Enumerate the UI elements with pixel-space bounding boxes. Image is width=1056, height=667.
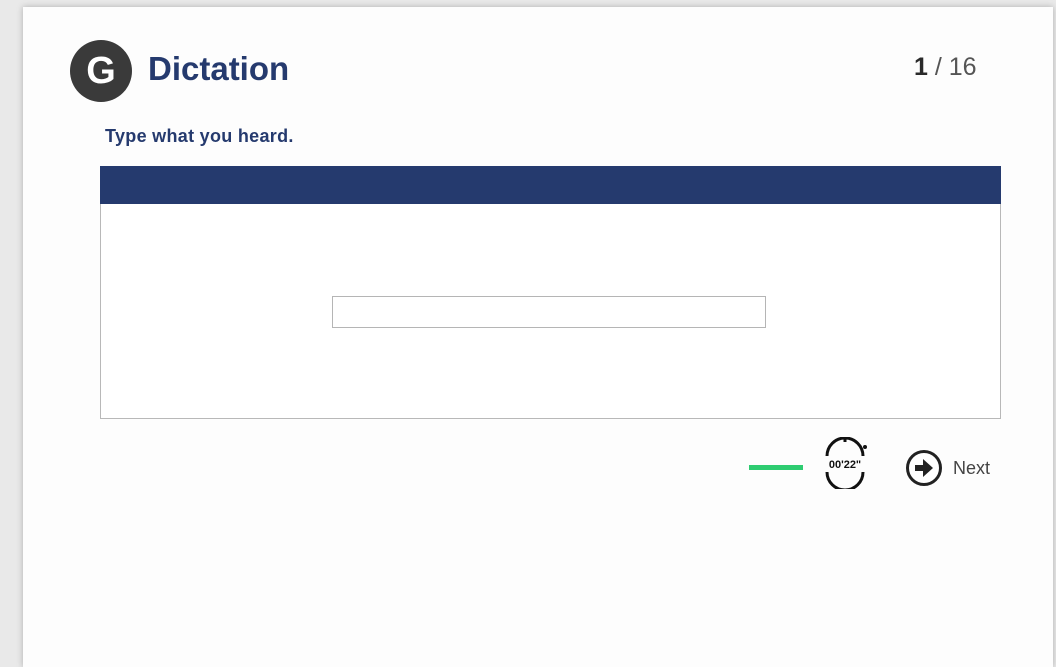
time-progress-fill: [749, 465, 803, 470]
next-button[interactable]: Next: [905, 448, 990, 488]
timer: 00'22": [816, 437, 876, 489]
question-counter: 1 / 16: [914, 52, 977, 82]
counter-current: 1: [914, 53, 928, 81]
logo-badge: G: [70, 40, 132, 102]
timer-value: 00'22": [828, 459, 862, 471]
answer-input[interactable]: [332, 296, 766, 328]
instruction-text: Type what you heard.: [105, 126, 294, 146]
time-progress-bar: [749, 465, 803, 470]
arrow-right-circle-icon: [906, 450, 942, 486]
counter-separator: /: [927, 53, 949, 81]
page-title: Dictation: [148, 50, 290, 87]
logo-letter: G: [86, 50, 116, 92]
counter-total: 16: [948, 53, 977, 81]
panel-header-bar: [100, 166, 1001, 204]
next-label: Next: [953, 457, 991, 478]
